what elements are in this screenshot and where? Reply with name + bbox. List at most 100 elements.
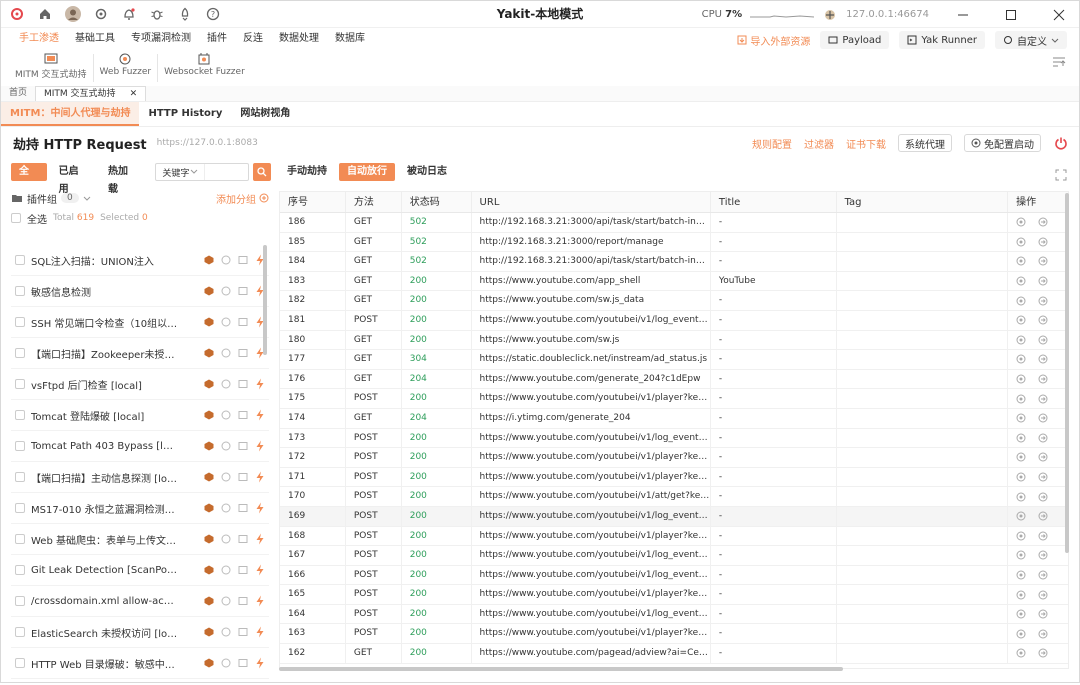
chrome-icon[interactable] [1016, 296, 1026, 306]
table-row[interactable]: 172 POST 200 https://www.youtube.com/youtub… [280, 448, 1068, 468]
help-icon[interactable] [221, 441, 231, 451]
chrome-icon[interactable] [1016, 276, 1026, 286]
rules-config-link[interactable]: 规则配置 [752, 136, 792, 151]
chrome-icon[interactable] [1016, 648, 1026, 658]
chrome-icon[interactable] [1016, 590, 1026, 600]
help-icon[interactable]: ? [205, 6, 221, 22]
minimize-button[interactable] [943, 1, 983, 28]
payload-button[interactable]: Payload [820, 31, 890, 49]
arrow-right-circle-icon[interactable] [1038, 570, 1048, 580]
plugin-checkbox[interactable] [15, 348, 25, 358]
lightning-icon[interactable] [255, 626, 265, 638]
code-icon[interactable] [238, 348, 248, 358]
menu-reverse[interactable]: 反连 [235, 28, 271, 50]
code-icon[interactable] [238, 596, 248, 606]
subtab-http-history[interactable]: HTTP History [139, 102, 231, 126]
menu-vuln-detection[interactable]: 专项漏洞检测 [123, 28, 199, 50]
code-icon[interactable] [238, 627, 248, 637]
maximize-button[interactable] [991, 1, 1031, 28]
chrome-icon[interactable] [1016, 237, 1026, 247]
subtab-site-tree[interactable]: 网站树视角 [231, 102, 299, 126]
chrome-icon[interactable] [1016, 217, 1026, 227]
arrow-right-circle-icon[interactable] [1038, 256, 1048, 266]
arrow-right-circle-icon[interactable] [1038, 531, 1048, 541]
code-icon[interactable] [238, 410, 248, 420]
bell-icon[interactable] [121, 6, 137, 22]
yakit-logo-icon[interactable] [9, 6, 25, 22]
plugin-checkbox[interactable] [15, 379, 25, 389]
chrome-icon[interactable] [1016, 492, 1026, 502]
table-row[interactable]: 186 GET 502 http://192.168.3.21:3000/api/ta… [280, 213, 1068, 233]
plugin-group-label[interactable]: 插件组 [27, 191, 57, 206]
tab-mitm[interactable]: MITM 交互式劫持 ✕ [35, 86, 147, 101]
arrow-right-circle-icon[interactable] [1038, 433, 1048, 443]
chrome-icon[interactable] [1016, 609, 1026, 619]
plugin-item[interactable]: SSH 常见端口令检查（10组以内） [11, 307, 269, 338]
import-resources-button[interactable]: 导入外部资源 [737, 33, 810, 48]
arrow-right-circle-icon[interactable] [1038, 648, 1048, 658]
arrow-right-circle-icon[interactable] [1038, 452, 1048, 462]
chrome-icon[interactable] [1016, 511, 1026, 521]
plugin-checkbox[interactable] [15, 658, 25, 668]
chrome-icon[interactable] [1016, 354, 1026, 364]
chrome-icon[interactable] [1016, 315, 1026, 325]
arrow-right-circle-icon[interactable] [1038, 296, 1048, 306]
arrow-right-circle-icon[interactable] [1038, 472, 1048, 482]
table-row[interactable]: 181 POST 200 https://www.youtube.com/youtub… [280, 310, 1068, 331]
table-row[interactable]: 164 POST 200 https://www.youtube.com/youtub… [280, 604, 1068, 625]
chrome-icon[interactable] [1016, 629, 1026, 639]
col-url[interactable]: URL [472, 192, 711, 212]
code-icon[interactable] [238, 379, 248, 389]
help-icon[interactable] [221, 317, 231, 327]
keyword-select[interactable]: 关键字 [156, 166, 204, 179]
arrow-right-circle-icon[interactable] [1038, 413, 1048, 423]
table-horizontal-scrollbar[interactable] [279, 667, 843, 671]
table-row[interactable]: 175 POST 200 https://www.youtube.com/youtub… [280, 389, 1068, 409]
gear-icon[interactable] [93, 6, 109, 22]
plugin-checkbox[interactable] [15, 410, 25, 420]
table-row[interactable]: 174 GET 204 https://i.ytimg.com/generate_20… [280, 408, 1068, 429]
table-row[interactable]: 184 GET 502 http://192.168.3.21:3000/api/ta… [280, 252, 1068, 272]
power-icon[interactable] [1053, 135, 1069, 151]
mode-auto-button[interactable]: 自动放行 [339, 163, 395, 181]
plugin-item[interactable]: Git Leak Detection [ScanPort] [local] [11, 555, 269, 586]
table-row[interactable]: 183 GET 200 https://www.youtube.com/app_she… [280, 271, 1068, 292]
code-icon[interactable] [238, 286, 248, 296]
chrome-icon[interactable] [1016, 374, 1026, 384]
arrow-right-circle-icon[interactable] [1038, 335, 1048, 345]
col-tag[interactable]: Tag [837, 192, 1009, 212]
help-icon[interactable] [221, 379, 231, 389]
bug-icon[interactable] [149, 6, 165, 22]
table-vertical-scrollbar[interactable] [1065, 193, 1069, 553]
arrow-right-circle-icon[interactable] [1038, 590, 1048, 600]
menu-manual-pentest[interactable]: 手工渗透 [11, 28, 67, 50]
table-row[interactable]: 182 GET 200 https://www.youtube.com/sw.js_d… [280, 291, 1068, 311]
plugin-checkbox[interactable] [15, 503, 25, 513]
table-row[interactable]: 173 POST 200 https://www.youtube.com/youtub… [280, 428, 1068, 449]
engine-status-icon[interactable] [822, 7, 838, 23]
col-status[interactable]: 状态码 [402, 192, 472, 212]
chrome-icon[interactable] [1016, 413, 1026, 423]
lightning-icon[interactable] [255, 533, 265, 545]
chrome-icon[interactable] [1016, 256, 1026, 266]
plugin-list-scrollbar[interactable] [263, 245, 267, 355]
help-icon[interactable] [221, 627, 231, 637]
lightning-icon[interactable] [255, 657, 265, 669]
chevron-down-icon[interactable] [83, 194, 91, 202]
col-method[interactable]: 方法 [346, 192, 402, 212]
help-icon[interactable] [221, 255, 231, 265]
lightning-icon[interactable] [255, 440, 265, 452]
plugin-item[interactable]: 【端口扫描】主动信息探测 [local] [11, 462, 269, 493]
menu-basic-tools[interactable]: 基础工具 [67, 28, 123, 50]
help-icon[interactable] [221, 472, 231, 482]
home-icon[interactable] [37, 6, 53, 22]
code-icon[interactable] [238, 565, 248, 575]
align-icon[interactable] [1051, 54, 1067, 70]
code-icon[interactable] [238, 472, 248, 482]
tab-close-icon[interactable]: ✕ [130, 87, 138, 101]
lightning-icon[interactable] [255, 409, 265, 421]
chrome-icon[interactable] [1016, 394, 1026, 404]
table-row[interactable]: 180 GET 200 https://www.youtube.com/sw.js - [280, 330, 1068, 351]
chrome-icon[interactable] [1016, 570, 1026, 580]
chrome-icon[interactable] [1016, 472, 1026, 482]
